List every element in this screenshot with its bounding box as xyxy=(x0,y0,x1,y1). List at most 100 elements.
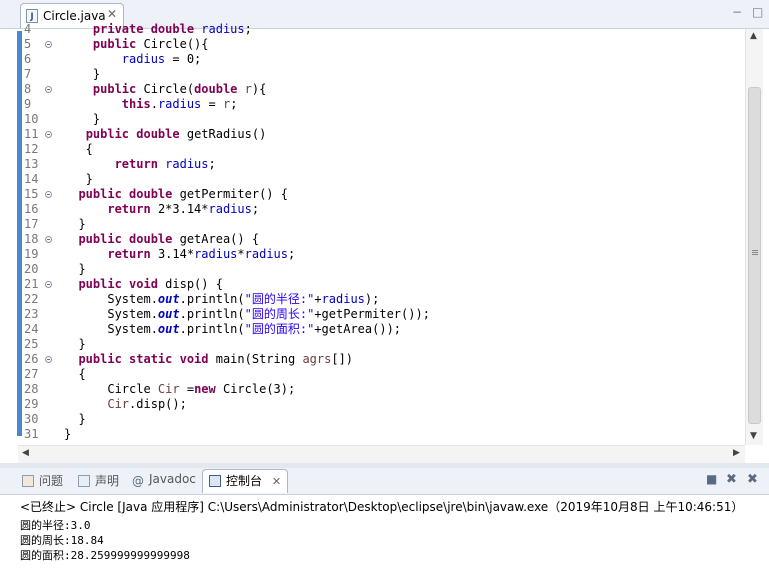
code-line[interactable]: 20 } xyxy=(0,262,744,277)
scroll-down-icon[interactable]: ▼ xyxy=(750,431,757,441)
vertical-scroll-thumb[interactable] xyxy=(748,87,761,424)
code-line[interactable]: 31} xyxy=(0,427,744,442)
code-line[interactable]: 18 public double getArea() { xyxy=(0,232,744,247)
line-number: 17 xyxy=(24,217,39,231)
code-token: radius xyxy=(165,157,209,171)
code-line[interactable]: 12 { xyxy=(0,142,744,157)
code-token: private double xyxy=(92,22,202,36)
terminate-icon[interactable]: ■ xyxy=(706,472,717,486)
problems-icon xyxy=(22,475,34,487)
code-area[interactable]: 4 private double radius; 5 public Circle(… xyxy=(0,22,744,442)
fold-toggle-icon[interactable] xyxy=(45,191,52,198)
code-token: radius xyxy=(244,247,289,261)
code-text: return radius; xyxy=(64,157,216,172)
code-line[interactable]: 19 return 3.14*radius*radius; xyxy=(0,247,744,262)
fold-toggle-icon[interactable] xyxy=(45,41,52,48)
code-line[interactable]: 13 return radius; xyxy=(0,157,744,172)
scroll-up-icon[interactable]: ▲ xyxy=(750,31,757,41)
remove-launch-icon[interactable]: ✖ xyxy=(726,472,737,487)
line-number: 19 xyxy=(24,247,39,261)
code-line[interactable]: 11 public double getRadius() xyxy=(0,127,744,142)
code-line[interactable]: 24 System.out.println("圆的面积:"+getArea())… xyxy=(0,322,744,337)
code-token: out xyxy=(157,322,180,336)
code-token: ; xyxy=(251,202,260,216)
code-line[interactable]: 27 { xyxy=(0,367,744,382)
code-token: public static void xyxy=(78,352,216,366)
code-token: } xyxy=(64,67,101,81)
grip-icon xyxy=(752,250,758,251)
declaration-icon xyxy=(78,475,90,487)
code-line[interactable]: 9 this.radius = r; xyxy=(0,97,744,112)
code-line[interactable]: 4 private double radius; xyxy=(0,22,744,37)
horizontal-scrollbar[interactable]: ◀ ▶ xyxy=(18,445,745,463)
tab-javadoc[interactable]: @ Javadoc xyxy=(132,472,196,492)
code-text: public Circle(){ xyxy=(64,37,209,52)
line-number: 28 xyxy=(24,382,39,396)
code-token: } xyxy=(64,262,86,276)
code-line[interactable]: 21 public void disp() { xyxy=(0,277,744,292)
code-line[interactable]: 15 public double getPermiter() { xyxy=(0,187,744,202)
code-line[interactable]: 7 } xyxy=(0,67,744,82)
code-line[interactable]: 25 } xyxy=(0,337,744,352)
console-output[interactable]: <已终止> Circle [Java 应用程序] C:\Users\Admini… xyxy=(0,495,769,577)
code-line[interactable]: 14 } xyxy=(0,172,744,187)
code-editor[interactable]: 4 private double radius; 5 public Circle(… xyxy=(0,22,769,463)
console-line: 圆的半径:3.0 xyxy=(20,519,91,532)
code-token: public xyxy=(92,82,144,96)
code-text: } xyxy=(64,262,86,277)
tab-declaration[interactable]: 声明 xyxy=(78,472,119,492)
terminated-status: <已终止> Circle [Java 应用程序] C:\Users\Admini… xyxy=(20,500,744,514)
remove-all-launches-icon[interactable]: ✖ xyxy=(747,472,758,487)
code-text: return 3.14*radius*radius; xyxy=(64,247,295,262)
scroll-right-icon[interactable]: ▶ xyxy=(733,448,740,458)
code-line[interactable]: 30 } xyxy=(0,412,744,427)
code-text: public void disp() { xyxy=(64,277,223,292)
code-token: ; xyxy=(208,157,216,171)
code-line[interactable]: 5 public Circle(){ xyxy=(0,37,744,52)
code-line[interactable]: 6 radius = 0; xyxy=(0,52,744,67)
code-token: out xyxy=(157,307,180,321)
tab-console[interactable]: 控制台 ✕ xyxy=(202,469,289,493)
code-token: "圆的面积:" xyxy=(244,322,315,336)
fold-toggle-icon[interactable] xyxy=(45,131,52,138)
code-line[interactable]: 17 } xyxy=(0,217,744,232)
code-line[interactable]: 28 Circle Cir =new Circle(3); xyxy=(0,382,744,397)
code-line[interactable]: 8 public Circle(double r){ xyxy=(0,82,744,97)
code-token: new xyxy=(194,382,223,396)
fold-toggle-icon[interactable] xyxy=(45,281,52,288)
code-token: radius xyxy=(201,22,245,36)
code-line[interactable]: 29 Cir.disp(); xyxy=(0,397,744,412)
tab-problems[interactable]: 问题 xyxy=(22,472,63,492)
code-text: public double getArea() { xyxy=(64,232,259,247)
fold-toggle-icon[interactable] xyxy=(45,356,52,363)
vertical-scrollbar[interactable]: ▲ ▼ xyxy=(745,29,763,445)
code-line[interactable]: 23 System.out.println("圆的周长:"+getPermite… xyxy=(0,307,744,322)
line-number: 4 xyxy=(24,22,32,36)
code-text: public double getPermiter() { xyxy=(64,187,288,202)
close-tab-icon[interactable]: ✕ xyxy=(107,7,117,21)
minimize-icon[interactable]: − xyxy=(732,5,742,19)
close-console-icon[interactable]: ✕ xyxy=(272,475,281,488)
code-token: .println( xyxy=(179,322,245,336)
code-token: this xyxy=(121,97,151,111)
scroll-left-icon[interactable]: ◀ xyxy=(22,448,29,458)
code-token: +getPermiter()); xyxy=(314,307,430,321)
code-line[interactable]: 16 return 2*3.14*radius; xyxy=(0,202,744,217)
maximize-icon[interactable]: □ xyxy=(752,5,763,19)
code-token: ; xyxy=(288,247,296,261)
fold-toggle-icon[interactable] xyxy=(45,236,52,243)
code-text: } xyxy=(64,337,85,352)
code-token: Cir xyxy=(107,397,130,411)
console-line: 圆的周长:18.84 xyxy=(20,534,104,547)
code-line[interactable]: 10 } xyxy=(0,112,744,127)
code-line[interactable]: 26 public static void main(String agrs[]… xyxy=(0,352,744,367)
code-line[interactable]: 22 System.out.println("圆的半径:"+radius); xyxy=(0,292,744,307)
fold-toggle-icon[interactable] xyxy=(45,86,52,93)
code-token: public xyxy=(92,37,144,51)
